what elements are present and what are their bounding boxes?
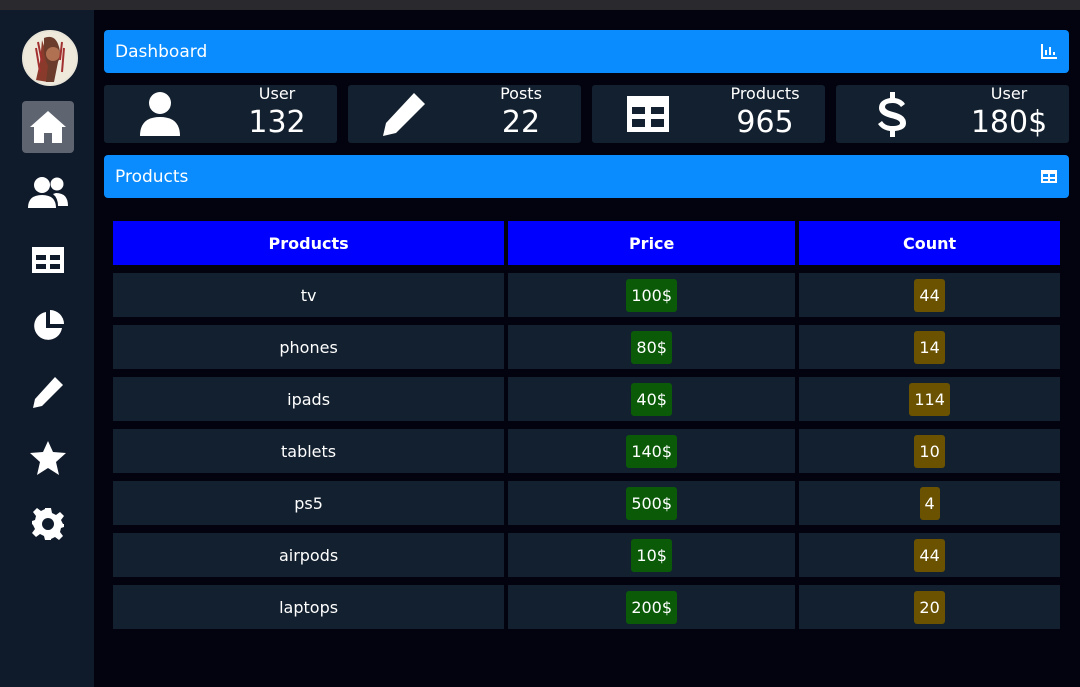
table-header-row: Products Price Count bbox=[113, 221, 1060, 265]
product-name: tv bbox=[113, 273, 505, 317]
count-badge: 44 bbox=[914, 538, 945, 572]
table-icon bbox=[32, 247, 64, 273]
avatar-image bbox=[24, 32, 76, 84]
dollar-icon bbox=[878, 92, 906, 137]
count-cell: 14 bbox=[799, 325, 1060, 369]
products-header: Products bbox=[104, 155, 1069, 198]
price-badge: 100$ bbox=[626, 278, 678, 312]
stat-value: 180$ bbox=[970, 105, 1048, 140]
pie-chart-icon bbox=[34, 310, 64, 340]
price-badge: 140$ bbox=[626, 434, 678, 468]
table-row[interactable]: laptops 200$ 20 bbox=[113, 585, 1060, 629]
table-icon bbox=[627, 96, 669, 132]
product-name: ps5 bbox=[113, 481, 505, 525]
bar-chart-icon[interactable] bbox=[1040, 43, 1058, 60]
count-badge: 44 bbox=[914, 278, 945, 312]
table-row[interactable]: phones 80$ 14 bbox=[113, 325, 1060, 369]
count-badge: 20 bbox=[914, 590, 945, 624]
stat-value: 965 bbox=[736, 105, 794, 140]
sidebar-item-home[interactable] bbox=[22, 101, 74, 153]
price-cell: 100$ bbox=[508, 273, 796, 317]
price-cell: 200$ bbox=[508, 585, 796, 629]
count-badge: 114 bbox=[909, 382, 950, 416]
column-header-price[interactable]: Price bbox=[508, 221, 796, 265]
stat-label: User bbox=[258, 84, 296, 103]
price-badge: 40$ bbox=[631, 382, 672, 416]
product-name: tablets bbox=[113, 429, 505, 473]
gear-icon bbox=[32, 508, 64, 540]
price-cell: 10$ bbox=[508, 533, 796, 577]
price-cell: 80$ bbox=[508, 325, 796, 369]
column-header-count[interactable]: Count bbox=[799, 221, 1060, 265]
table-row[interactable]: tablets 140$ 10 bbox=[113, 429, 1060, 473]
sidebar-item-tables[interactable] bbox=[22, 234, 74, 286]
product-name: laptops bbox=[113, 585, 505, 629]
count-cell: 44 bbox=[799, 533, 1060, 577]
stat-card-posts: Posts 22 bbox=[348, 85, 581, 143]
stat-value: 22 bbox=[501, 105, 541, 140]
price-badge: 200$ bbox=[626, 590, 678, 624]
section-title: Products bbox=[115, 166, 189, 187]
table-icon[interactable] bbox=[1040, 169, 1058, 184]
product-name: airpods bbox=[113, 533, 505, 577]
count-cell: 4 bbox=[799, 481, 1060, 525]
count-cell: 10 bbox=[799, 429, 1060, 473]
count-badge: 4 bbox=[919, 486, 940, 520]
users-icon bbox=[28, 177, 68, 208]
home-icon bbox=[30, 111, 66, 143]
count-badge: 10 bbox=[914, 434, 945, 468]
star-icon bbox=[30, 441, 66, 475]
table-row[interactable]: airpods 10$ 44 bbox=[113, 533, 1060, 577]
price-cell: 500$ bbox=[508, 481, 796, 525]
stat-card-revenue: User 180$ bbox=[836, 85, 1069, 143]
product-name: phones bbox=[113, 325, 505, 369]
user-icon bbox=[140, 92, 180, 136]
top-bar bbox=[0, 0, 1080, 10]
sidebar-item-posts[interactable] bbox=[22, 366, 74, 418]
stat-value: 132 bbox=[248, 105, 306, 140]
column-header-products[interactable]: Products bbox=[113, 221, 505, 265]
sidebar-item-charts[interactable] bbox=[22, 300, 74, 352]
table-row[interactable]: ipads 40$ 114 bbox=[113, 377, 1060, 421]
stat-label: Posts bbox=[500, 84, 542, 103]
sidebar-item-settings[interactable] bbox=[22, 498, 74, 550]
table-row[interactable]: ps5 500$ 4 bbox=[113, 481, 1060, 525]
stat-label: User bbox=[990, 84, 1028, 103]
sidebar-item-users[interactable] bbox=[22, 167, 74, 219]
price-cell: 40$ bbox=[508, 377, 796, 421]
stat-card-users: User 132 bbox=[104, 85, 337, 143]
price-badge: 500$ bbox=[626, 486, 678, 520]
table-row[interactable]: tv 100$ 44 bbox=[113, 273, 1060, 317]
sidebar-item-favorites[interactable] bbox=[22, 432, 74, 484]
stat-label: Products bbox=[730, 84, 800, 103]
count-cell: 20 bbox=[799, 585, 1060, 629]
price-cell: 140$ bbox=[508, 429, 796, 473]
pencil-icon bbox=[33, 377, 63, 408]
stat-card-products: Products 965 bbox=[592, 85, 825, 143]
price-badge: 10$ bbox=[631, 538, 672, 572]
count-cell: 44 bbox=[799, 273, 1060, 317]
product-name: ipads bbox=[113, 377, 505, 421]
sidebar bbox=[0, 10, 94, 687]
dashboard-header: Dashboard bbox=[104, 30, 1069, 73]
count-cell: 114 bbox=[799, 377, 1060, 421]
products-table: Products Price Count tv 100$ 44 phones 8… bbox=[109, 213, 1064, 637]
pencil-icon bbox=[383, 93, 425, 136]
page-title: Dashboard bbox=[115, 41, 208, 62]
avatar[interactable] bbox=[22, 30, 78, 86]
count-badge: 14 bbox=[914, 330, 945, 364]
price-badge: 80$ bbox=[631, 330, 672, 364]
